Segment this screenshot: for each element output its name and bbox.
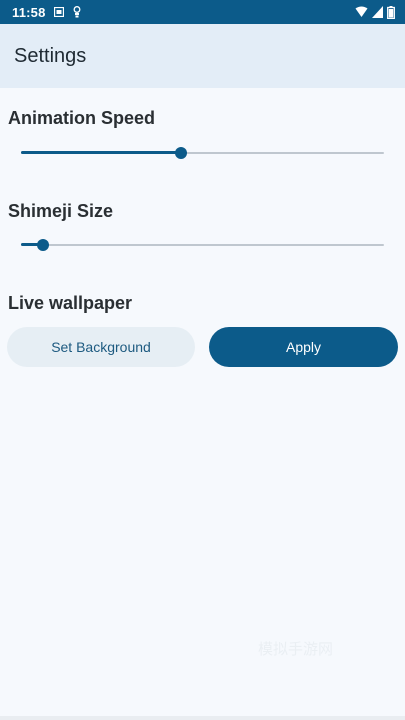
- wifi-icon: [355, 6, 368, 18]
- live-wallpaper-label: Live wallpaper: [8, 293, 133, 313]
- notification-photo-icon: [53, 7, 64, 17]
- page-title: Settings: [14, 44, 87, 67]
- animation-speed-label: Animation Speed: [8, 108, 156, 128]
- slider-thumb[interactable]: [36, 239, 49, 251]
- shimeji-size-slider[interactable]: [21, 237, 384, 253]
- status-time: 11:58: [12, 4, 46, 20]
- status-left-icons: [53, 6, 82, 18]
- slider-active-track: [21, 151, 181, 154]
- apply-button[interactable]: Apply: [209, 327, 398, 367]
- watermark: 模拟手游网: [258, 641, 334, 658]
- bottom-divider: [0, 716, 405, 720]
- set-background-button[interactable]: Set Background: [7, 327, 195, 367]
- status-right-icons: [355, 5, 395, 19]
- notification-usb-icon: [72, 6, 82, 18]
- app-bar: Settings: [0, 24, 405, 88]
- animation-speed-slider[interactable]: [21, 145, 384, 161]
- slider-thumb[interactable]: [174, 147, 187, 159]
- shimeji-size-label: Shimeji Size: [8, 201, 114, 221]
- status-bar: 11:58: [0, 0, 405, 24]
- battery-icon: [387, 5, 395, 19]
- signal-icon: [372, 6, 383, 18]
- slider-track: [21, 244, 384, 246]
